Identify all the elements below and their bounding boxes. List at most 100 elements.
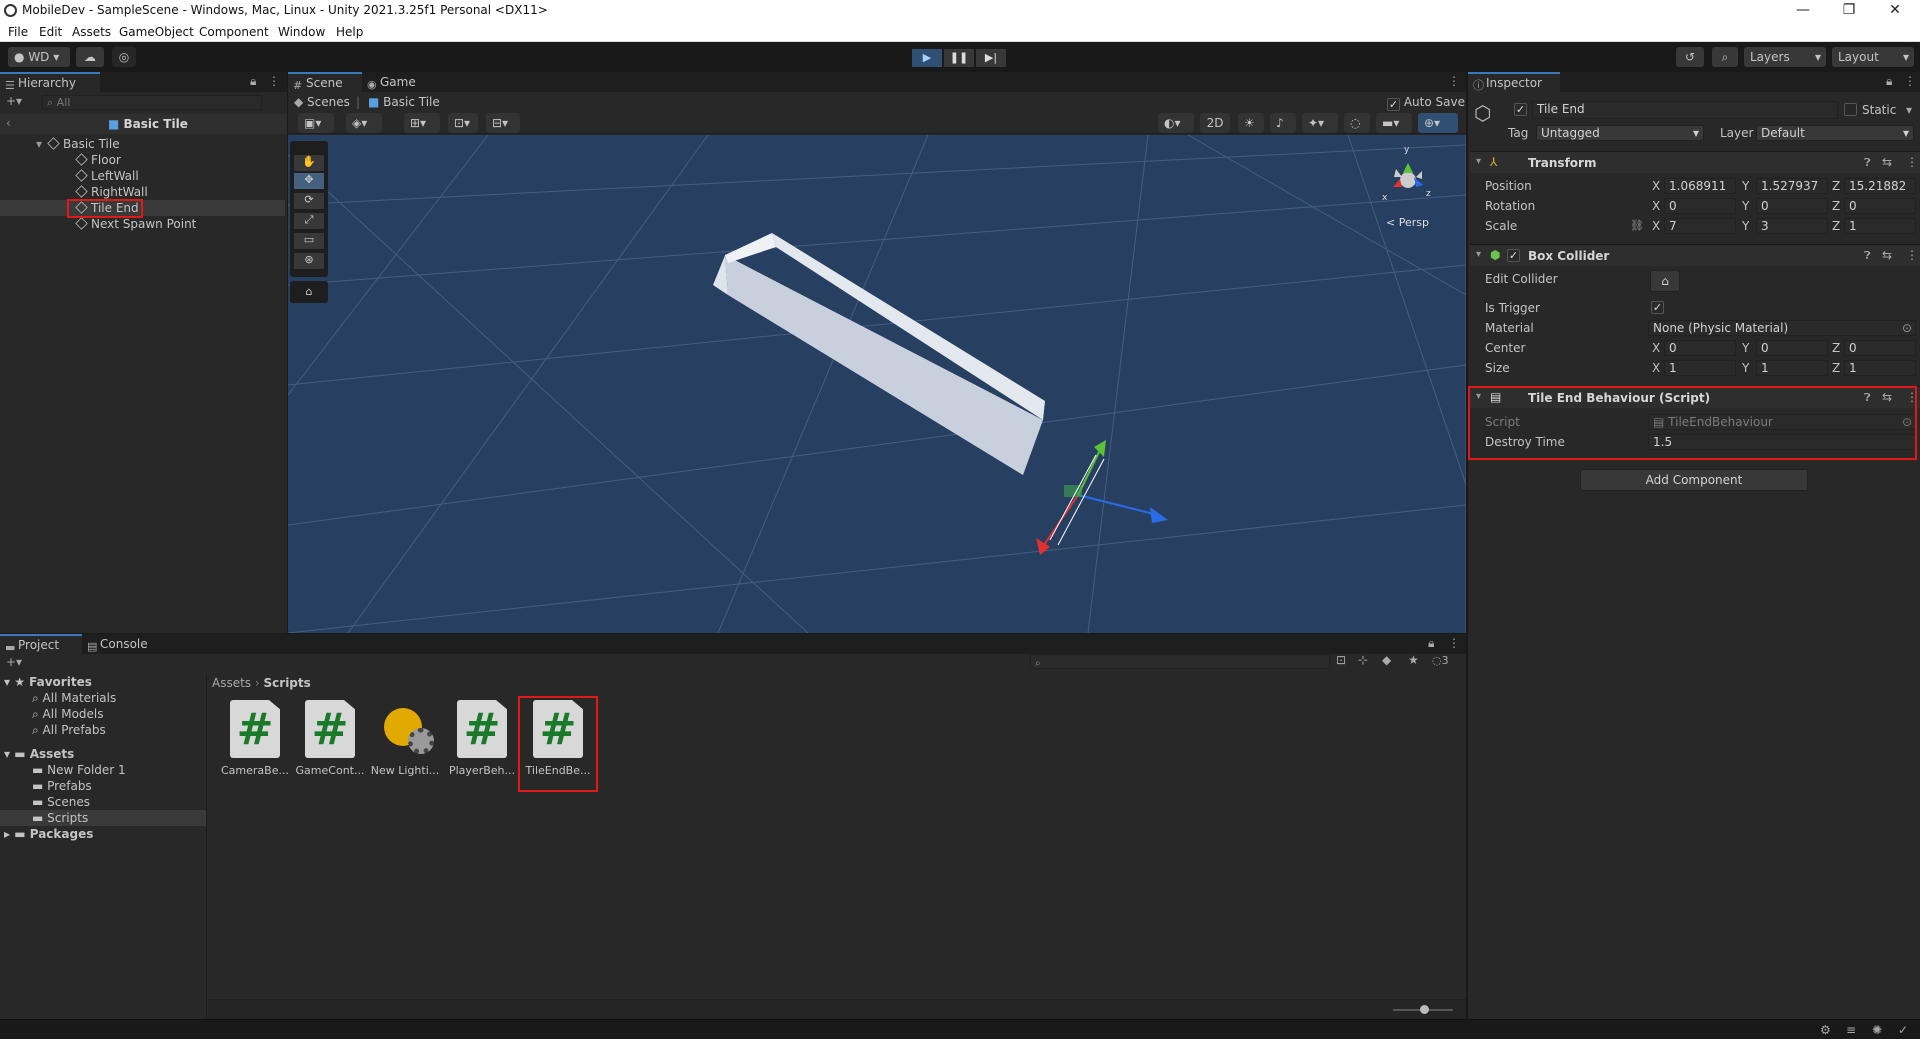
chevron-down-icon[interactable]: ▾ xyxy=(1906,103,1912,117)
kebab-menu-icon[interactable]: ⋮ xyxy=(1904,74,1916,88)
edit-collider-tool-icon[interactable]: ⌂ xyxy=(290,281,328,303)
menu-gameobject[interactable]: GameObject xyxy=(119,25,194,39)
project-search-input[interactable]: ⌕ xyxy=(1030,654,1330,669)
object-name-field[interactable]: Tile End xyxy=(1532,101,1838,119)
expand-arrow-icon[interactable]: ▾ xyxy=(36,136,42,152)
lock-icon[interactable]: 🔒︎ xyxy=(1886,74,1892,89)
kebab-menu-icon[interactable]: ⋮ xyxy=(268,74,280,88)
back-arrow-icon[interactable]: ‹ xyxy=(6,116,11,130)
hierarchy-item-next-spawn-point[interactable]: Next Spawn Point xyxy=(0,216,285,232)
rotation-x-field[interactable]: 0 xyxy=(1664,198,1736,214)
filter-icon[interactable]: ⊹ xyxy=(1358,653,1368,667)
favorite-all-models[interactable]: ⌕ All Models xyxy=(32,706,104,722)
play-button[interactable]: ▶ xyxy=(912,49,942,67)
maximize-button[interactable]: ❐ xyxy=(1826,0,1872,22)
hierarchy-item-basic-tile[interactable]: ▾ Basic Tile xyxy=(0,136,285,152)
asset-player-behaviour[interactable]: # PlayerBeh... xyxy=(447,700,517,777)
tab-console[interactable]: ▤ Console xyxy=(82,634,162,654)
tab-inspector[interactable]: ⓘ Inspector xyxy=(1468,72,1560,92)
favorite-star-icon[interactable]: ★ xyxy=(1408,653,1419,667)
size-y-field[interactable]: 1 xyxy=(1756,360,1828,376)
step-button[interactable]: ▶| xyxy=(976,49,1006,67)
transform-tool-icon[interactable]: ⊛ xyxy=(294,253,324,269)
folder-scenes[interactable]: ▬ Scenes xyxy=(32,794,90,810)
hierarchy-search-input[interactable]: ⌕ All xyxy=(42,95,262,110)
tile-end-behaviour-header[interactable]: ▾ ▤ Tile End Behaviour (Script) ❓︎ ⇆ ⋮ xyxy=(1470,386,1920,408)
packages-folder[interactable]: ▸ ▬ Packages xyxy=(4,826,93,842)
minimize-button[interactable]: — xyxy=(1780,0,1826,22)
search-button[interactable]: ⌕ xyxy=(1712,47,1738,67)
draw-mode-dropdown[interactable]: ▣▾ xyxy=(298,113,334,133)
rotate-tool-icon[interactable]: ⟳ xyxy=(294,193,324,209)
add-component-button[interactable]: Add Component xyxy=(1580,469,1808,491)
asset-camera-behaviour[interactable]: # CameraBe... xyxy=(220,700,290,777)
transform-header[interactable]: ▾ ⅄ Transform ❓︎ ⇆ ⋮ xyxy=(1470,151,1920,173)
gizmo-z-arrow[interactable] xyxy=(1150,507,1168,523)
breadcrumb-scripts[interactable]: Scripts xyxy=(264,676,311,690)
account-dropdown[interactable]: ● WD ▾ xyxy=(8,47,70,67)
folder-prefabs[interactable]: ▬ Prefabs xyxy=(32,778,92,794)
cache-icon[interactable]: ≡ xyxy=(1846,1023,1856,1037)
search-by-type-icon[interactable]: ⊡ xyxy=(1336,653,1346,667)
scene-header[interactable]: ‹ ■ Basic Tile xyxy=(0,114,287,134)
tag-dropdown[interactable]: Untagged ▾ xyxy=(1536,125,1704,141)
cloud-button[interactable]: ☁ xyxy=(76,47,104,67)
kebab-menu-icon[interactable]: ⋮ xyxy=(1906,390,1918,404)
scene-viewport[interactable]: ✋ ✥ ⟳ ⤢ ▭ ⊛ ⌂ y x z < Persp xyxy=(288,135,1466,633)
undo-history-button[interactable]: ↺ xyxy=(1676,47,1704,67)
size-x-field[interactable]: 1 xyxy=(1664,360,1736,376)
hand-tool-icon[interactable]: ✋ xyxy=(294,155,324,171)
visibility-icon[interactable]: ◌ xyxy=(1344,113,1370,133)
object-picker-icon[interactable]: ⊙ xyxy=(1902,321,1912,335)
kebab-menu-icon[interactable]: ⋮ xyxy=(1906,155,1918,169)
material-field[interactable]: None (Physic Material) ⊙ xyxy=(1648,320,1916,336)
audio-toggle-icon[interactable]: ♪ xyxy=(1270,113,1296,133)
gizmo-y-arrow[interactable] xyxy=(1094,440,1106,457)
destroy-time-field[interactable]: 1.5 xyxy=(1648,434,1916,450)
hierarchy-item-rightwall[interactable]: RightWall xyxy=(0,184,285,200)
auto-save-checkbox[interactable]: ✓ xyxy=(1387,98,1400,111)
preset-icon[interactable]: ⇆ xyxy=(1882,248,1892,262)
static-checkbox[interactable] xyxy=(1844,103,1857,116)
favorites-section[interactable]: ▾ ★ Favorites xyxy=(4,674,92,690)
favorite-all-prefabs[interactable]: ⌕ All Prefabs xyxy=(32,722,106,738)
position-y-field[interactable]: 1.527937 xyxy=(1756,178,1828,194)
orientation-gizmo[interactable]: y x z xyxy=(1378,143,1448,213)
rotation-z-field[interactable]: 0 xyxy=(1844,198,1916,214)
collapse-arrow-icon[interactable]: ▾ xyxy=(1476,391,1481,402)
folder-new-folder-1[interactable]: ▬ New Folder 1 xyxy=(32,762,126,778)
scale-z-field[interactable]: 1 xyxy=(1844,218,1916,234)
kebab-menu-icon[interactable]: ⋮ xyxy=(1906,248,1918,262)
add-button[interactable]: +▾ xyxy=(6,94,22,108)
lock-icon[interactable]: 🔒︎ xyxy=(250,74,256,89)
asset-tile-end-behaviour[interactable]: # TileEndBe... xyxy=(523,700,593,777)
center-z-field[interactable]: 0 xyxy=(1844,340,1916,356)
position-x-field[interactable]: 1.068911 xyxy=(1664,178,1736,194)
move-tool-icon[interactable]: ✥ xyxy=(294,173,324,189)
gizmo-z-axis[interactable] xyxy=(1077,494,1159,516)
center-x-field[interactable]: 0 xyxy=(1664,340,1736,356)
breadcrumb-basic-tile[interactable]: ■ Basic Tile xyxy=(368,95,440,109)
asset-lighting-settings[interactable]: New Lighti... xyxy=(370,700,440,777)
icon-size-slider-handle[interactable] xyxy=(1420,1005,1429,1014)
tab-game[interactable]: ◉ Game xyxy=(362,72,434,92)
snap-increment-dropdown[interactable]: ⊡▾ xyxy=(448,113,478,133)
active-checkbox[interactable]: ✓ xyxy=(1514,103,1527,116)
help-icon[interactable]: ❓︎ xyxy=(1864,156,1871,170)
collab-button[interactable]: ◎ xyxy=(112,47,136,67)
label-icon[interactable]: ◆ xyxy=(1382,653,1391,667)
is-trigger-checkbox[interactable]: ✓ xyxy=(1651,301,1664,314)
shading-dropdown[interactable]: ◈▾ xyxy=(346,113,382,133)
ruler-dropdown[interactable]: ⊟▾ xyxy=(486,113,520,133)
auto-save-toggle[interactable]: ✓ Auto Save xyxy=(1387,95,1465,111)
auto-generate-lighting-icon[interactable]: ✺ xyxy=(1872,1023,1882,1037)
menu-component[interactable]: Component xyxy=(199,25,269,39)
preset-icon[interactable]: ⇆ xyxy=(1882,390,1892,404)
edit-collider-button[interactable]: ⌂ xyxy=(1650,270,1680,292)
tab-scene[interactable]: # Scene xyxy=(288,72,362,92)
hierarchy-item-leftwall[interactable]: LeftWall xyxy=(0,168,285,184)
menu-help[interactable]: Help xyxy=(336,25,363,39)
lighting-dropdown[interactable]: ◐▾ xyxy=(1158,113,1194,133)
kebab-menu-icon[interactable]: ⋮ xyxy=(1448,636,1460,650)
collapse-arrow-icon[interactable]: ▾ xyxy=(1476,249,1481,260)
